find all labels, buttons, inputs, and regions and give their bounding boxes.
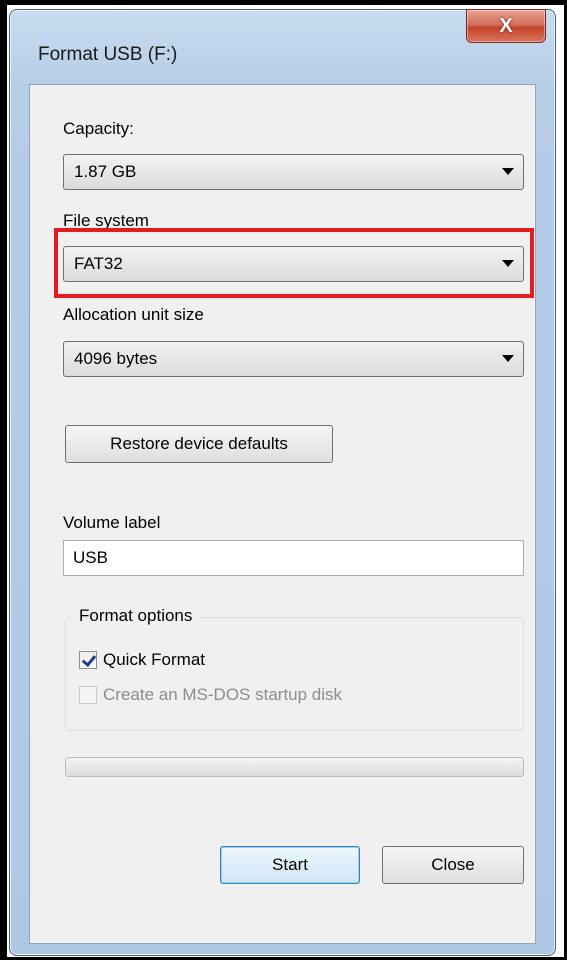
chevron-down-icon xyxy=(502,168,514,175)
capacity-value: 1.87 GB xyxy=(74,162,137,181)
msdos-label: Create an MS-DOS startup disk xyxy=(103,685,343,704)
close-window-button[interactable]: X xyxy=(466,9,546,43)
msdos-option: Create an MS-DOS startup disk xyxy=(79,685,342,705)
file-system-value: FAT32 xyxy=(74,254,123,273)
chevron-down-icon xyxy=(502,355,514,362)
window-title: Format USB (F:) xyxy=(38,44,178,65)
allocation-select[interactable]: 4096 bytes xyxy=(63,341,524,377)
capacity-select[interactable]: 1.87 GB xyxy=(63,154,524,190)
allocation-label: Allocation unit size xyxy=(63,305,204,324)
format-options-title: Format options xyxy=(73,606,199,626)
chevron-down-icon xyxy=(502,260,514,267)
format-progress-bar xyxy=(65,757,524,777)
format-dialog: Format USB (F:) X Capacity: 1.87 GB File… xyxy=(9,9,556,956)
file-system-select[interactable]: FAT32 xyxy=(63,246,524,282)
restore-defaults-button[interactable]: Restore device defaults xyxy=(65,425,333,463)
msdos-checkbox xyxy=(79,686,97,704)
volume-label: Volume label xyxy=(63,513,161,532)
close-icon: X xyxy=(499,14,513,37)
close-button[interactable]: Close xyxy=(382,846,524,884)
start-button[interactable]: Start xyxy=(220,846,360,884)
quick-format-label: Quick Format xyxy=(103,650,206,669)
quick-format-checkbox[interactable] xyxy=(79,651,97,669)
volume-label-input[interactable]: USB xyxy=(63,540,524,576)
dialog-body: Capacity: 1.87 GB File system FAT32 Allo… xyxy=(29,84,536,944)
allocation-value: 4096 bytes xyxy=(74,349,158,368)
format-options-group xyxy=(65,617,524,731)
quick-format-option[interactable]: Quick Format xyxy=(79,650,205,670)
capacity-label: Capacity: xyxy=(63,119,134,138)
